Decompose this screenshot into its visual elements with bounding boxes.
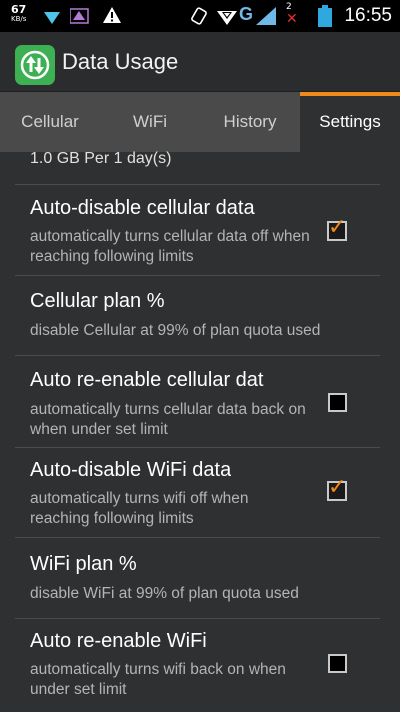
setting-subtitle: automatically turns wifi back on when un… xyxy=(30,661,286,698)
auto-reenable-wifi-checkbox[interactable] xyxy=(328,654,347,673)
download-arrow-icon xyxy=(44,9,60,28)
network-speed: 67 KB/s xyxy=(11,4,35,23)
no-signal-icon: ✕ xyxy=(286,11,298,27)
auto-reenable-cellular-checkbox[interactable] xyxy=(328,393,347,412)
signal-icon xyxy=(256,7,278,29)
selected-tab-indicator xyxy=(300,92,400,96)
list-item-partial[interactable]: 1.0 GB Per 1 day(s) xyxy=(0,150,400,184)
status-bar: 67 KB/s G 2 ✕ 16:55 xyxy=(0,0,400,32)
setting-auto-reenable-wifi[interactable]: Auto re-enable WiFi automatically turns … xyxy=(0,619,400,712)
setting-title: Auto-disable cellular data xyxy=(30,197,255,219)
setting-auto-reenable-cellular[interactable]: Auto re-enable cellular dat automaticall… xyxy=(0,356,400,447)
tab-wifi[interactable]: WiFi xyxy=(100,92,200,152)
warning-icon xyxy=(102,6,122,28)
checkmark-icon: ✓ xyxy=(328,475,347,500)
tab-history[interactable]: History xyxy=(200,92,300,152)
tab-settings[interactable]: Settings xyxy=(300,92,400,152)
checkmark-icon: ✓ xyxy=(328,215,347,240)
rotate-icon xyxy=(190,6,210,30)
setting-wifi-plan[interactable]: WiFi plan % disable WiFi at 99% of plan … xyxy=(0,538,400,618)
setting-subtitle: disable Cellular at 99% of plan quota us… xyxy=(30,322,321,339)
setting-title: Auto re-enable WiFi xyxy=(30,630,207,652)
network-type-icon: G xyxy=(239,4,254,24)
tab-cellular[interactable]: Cellular xyxy=(0,92,100,152)
notification-app-icon xyxy=(69,7,90,29)
setting-title: WiFi plan % xyxy=(30,553,137,575)
battery-icon xyxy=(318,5,332,31)
setting-subtitle: automatically turns cellular data back o… xyxy=(30,401,306,438)
speed-unit: KB/s xyxy=(11,15,27,23)
clock: 16:55 xyxy=(344,5,392,26)
action-bar: Data Usage xyxy=(0,32,400,92)
partial-item-text: 1.0 GB Per 1 day(s) xyxy=(30,150,172,167)
setting-auto-disable-wifi[interactable]: Auto-disable WiFi data automatically tur… xyxy=(0,448,400,537)
setting-subtitle: automatically turns cellular data off wh… xyxy=(30,228,310,265)
auto-disable-cellular-checkbox[interactable]: ✓ xyxy=(327,217,347,241)
setting-subtitle: disable WiFi at 99% of plan quota used xyxy=(30,585,299,602)
setting-title: Cellular plan % xyxy=(30,290,165,312)
page-title: Data Usage xyxy=(62,49,179,74)
app-logo-icon[interactable] xyxy=(15,45,55,85)
tab-bar: Cellular WiFi History Settings xyxy=(0,92,400,152)
setting-cellular-plan[interactable]: Cellular plan % disable Cellular at 99% … xyxy=(0,276,400,355)
setting-title: Auto re-enable cellular dat xyxy=(30,369,264,391)
setting-auto-disable-cellular[interactable]: Auto-disable cellular data automatically… xyxy=(0,185,400,275)
setting-subtitle: automatically turns wifi off when reachi… xyxy=(30,490,249,527)
setting-title: Auto-disable WiFi data xyxy=(30,459,232,481)
wifi-icon xyxy=(216,6,238,30)
auto-disable-wifi-checkbox[interactable]: ✓ xyxy=(327,477,347,501)
